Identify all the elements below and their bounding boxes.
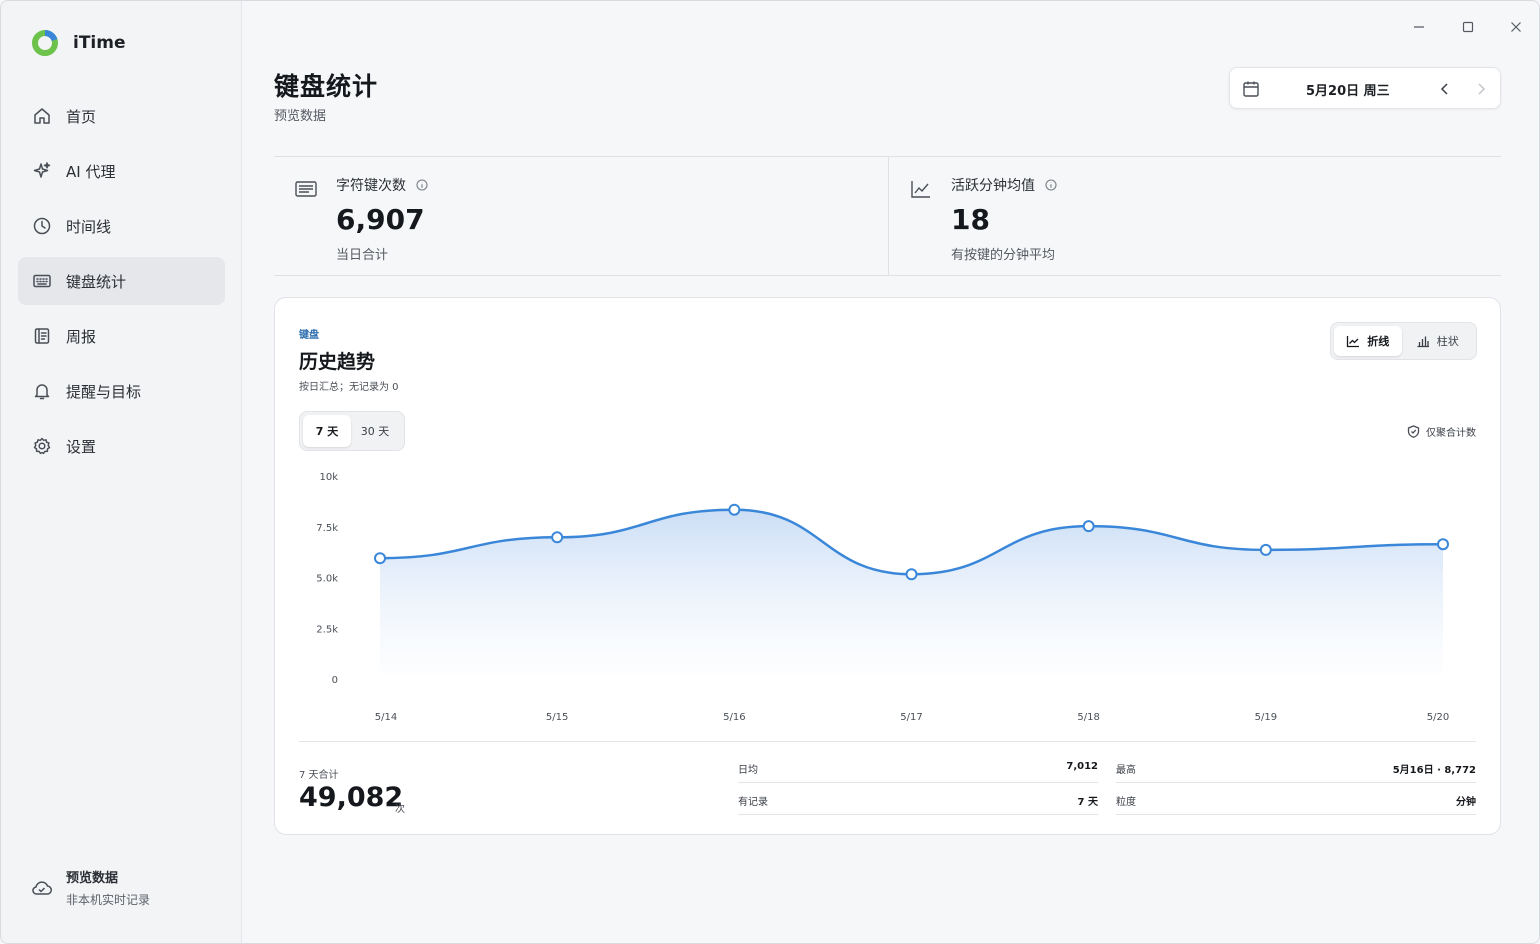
summary-key: 日均	[738, 765, 758, 776]
summary-key: 最高	[1116, 765, 1136, 776]
data-point	[1259, 543, 1272, 556]
prev-day-button[interactable]	[1436, 80, 1454, 98]
total-label: 7 天合计	[299, 770, 339, 781]
bell-icon	[34, 384, 50, 400]
stat-keystrokes: 字符键次数 6,907 当日合计	[274, 157, 888, 276]
data-point	[551, 531, 564, 544]
cloud-check-icon	[32, 881, 52, 895]
x-tick-label: 5/18	[1077, 712, 1099, 723]
sidebar-item-label: 首页	[66, 107, 97, 126]
next-day-button[interactable]	[1472, 80, 1490, 98]
sidebar-item-label: 时间线	[66, 217, 112, 236]
report-icon	[34, 328, 50, 344]
info-icon[interactable]	[416, 179, 428, 191]
data-point	[905, 568, 918, 581]
maximize-button[interactable]	[1458, 17, 1478, 37]
y-tick-label: 2.5k	[316, 624, 338, 635]
sidebar-item-ai-agent[interactable]: AI 代理	[18, 147, 225, 195]
trend-chart: 0 2.5k 5.0k 7.5k 10k 5/14 5/15 5/16 5/17 5/18 5/19…	[316, 472, 1449, 723]
summary-max: 最高 5月16日 · 8,772	[1116, 751, 1476, 783]
sidebar-item-keyboard-stats[interactable]: 键盘统计	[18, 257, 225, 305]
summary-key: 有记录	[738, 797, 768, 808]
total-value: 49,082	[299, 782, 404, 813]
sparkle-icon	[33, 162, 51, 178]
y-tick-label: 7.5k	[316, 523, 338, 534]
x-tick-label: 5/16	[723, 712, 745, 723]
stat-label-row: 活跃分钟均值	[951, 175, 1057, 195]
app-window: iTime 首页 AI 代理 时间线 键盘统计 周报 提醒与目标 设置 预览数据…	[0, 0, 1540, 944]
calendar-icon	[1243, 81, 1259, 97]
summary-value: 5月16日 · 8,772	[1392, 765, 1476, 776]
stat-value: 6,907	[336, 203, 425, 236]
stats-row: 字符键次数 6,907 当日合计 活跃分钟均值 18 有按键的分钟平均	[274, 156, 1501, 276]
sidebar-nav: 首页 AI 代理 时间线 键盘统计 周报 提醒与目标 设置	[18, 92, 225, 477]
sidebar-item-reminders[interactable]: 提醒与目标	[18, 367, 225, 415]
preview-data-status: 预览数据 非本机实时记录	[31, 867, 150, 908]
y-tick-label: 10k	[319, 472, 338, 483]
sidebar-item-weekly-report[interactable]: 周报	[18, 312, 225, 360]
summary-value: 7,012	[1066, 761, 1098, 772]
stat-label-row: 字符键次数	[336, 175, 428, 195]
stat-label: 活跃分钟均值	[951, 178, 1035, 194]
stat-label: 字符键次数	[336, 178, 406, 194]
app-name: iTime	[73, 33, 126, 53]
page-title: 键盘统计	[274, 72, 379, 101]
summary-daily-average: 日均 7,012	[738, 751, 1098, 783]
itime-logo-icon	[32, 30, 58, 56]
close-button[interactable]	[1506, 17, 1526, 37]
page-subtitle: 预览数据	[274, 109, 327, 124]
maximize-icon	[1462, 21, 1474, 33]
stat-note: 有按键的分钟平均	[951, 248, 1056, 263]
sidebar-item-settings[interactable]: 设置	[18, 422, 225, 470]
trend-icon	[911, 181, 930, 198]
summary-granularity: 粒度 分钟	[1116, 783, 1476, 815]
sidebar-item-timeline[interactable]: 时间线	[18, 202, 225, 250]
x-tick-label: 5/19	[1255, 712, 1277, 723]
date-picker[interactable]: 5月20日 周三	[1229, 67, 1501, 109]
gear-icon	[33, 437, 51, 455]
sidebar-item-label: 提醒与目标	[66, 382, 142, 401]
keyboard-icon	[295, 181, 317, 197]
summary-divider	[299, 741, 1476, 742]
sidebar-item-home[interactable]: 首页	[18, 92, 225, 140]
keyboard-icon	[33, 274, 51, 288]
summary-value: 分钟	[1456, 797, 1476, 808]
home-icon	[34, 108, 50, 124]
sidebar-item-label: AI 代理	[66, 162, 116, 181]
y-tick-label: 5.0k	[316, 574, 338, 585]
preview-title: 预览数据	[66, 871, 119, 886]
history-trend-card: 键盘 历史趋势 按日汇总；无记录为 0 折线 柱状 7 天 30 天 仅聚合计数	[274, 297, 1501, 835]
selected-date: 5月20日 周三	[1306, 84, 1390, 99]
clock-icon	[33, 217, 51, 235]
data-point	[1437, 538, 1449, 551]
x-tick-label: 5/15	[546, 712, 568, 723]
sidebar-item-label: 周报	[66, 327, 97, 346]
x-tick-label: 5/17	[900, 712, 922, 723]
summary-key: 粒度	[1116, 797, 1136, 808]
minimize-button[interactable]	[1409, 17, 1429, 37]
sidebar: iTime 首页 AI 代理 时间线 键盘统计 周报 提醒与目标 设置 预览数据…	[1, 1, 242, 943]
sidebar-item-label: 键盘统计	[66, 272, 127, 291]
preview-subtitle: 非本机实时记录	[66, 893, 151, 907]
data-point	[374, 552, 386, 565]
stat-note: 当日合计	[336, 248, 389, 263]
x-tick-label: 5/20	[1427, 712, 1449, 723]
data-point	[728, 503, 741, 516]
stat-active-minutes: 活跃分钟均值 18 有按键的分钟平均	[888, 157, 1502, 276]
total-unit: 次	[395, 804, 405, 815]
summary-recorded-days: 有记录 7 天	[738, 783, 1098, 815]
info-icon[interactable]	[1045, 179, 1057, 191]
x-tick-label: 5/14	[375, 712, 397, 723]
brand[interactable]: iTime	[31, 29, 126, 57]
series-area	[380, 509, 1443, 673]
sidebar-item-label: 设置	[66, 437, 97, 456]
stat-value: 18	[951, 203, 990, 236]
summary-value: 7 天	[1077, 797, 1098, 808]
data-point	[1082, 520, 1095, 533]
close-icon	[1511, 22, 1521, 32]
minimize-icon	[1414, 26, 1424, 28]
y-tick-label: 0	[332, 675, 338, 686]
